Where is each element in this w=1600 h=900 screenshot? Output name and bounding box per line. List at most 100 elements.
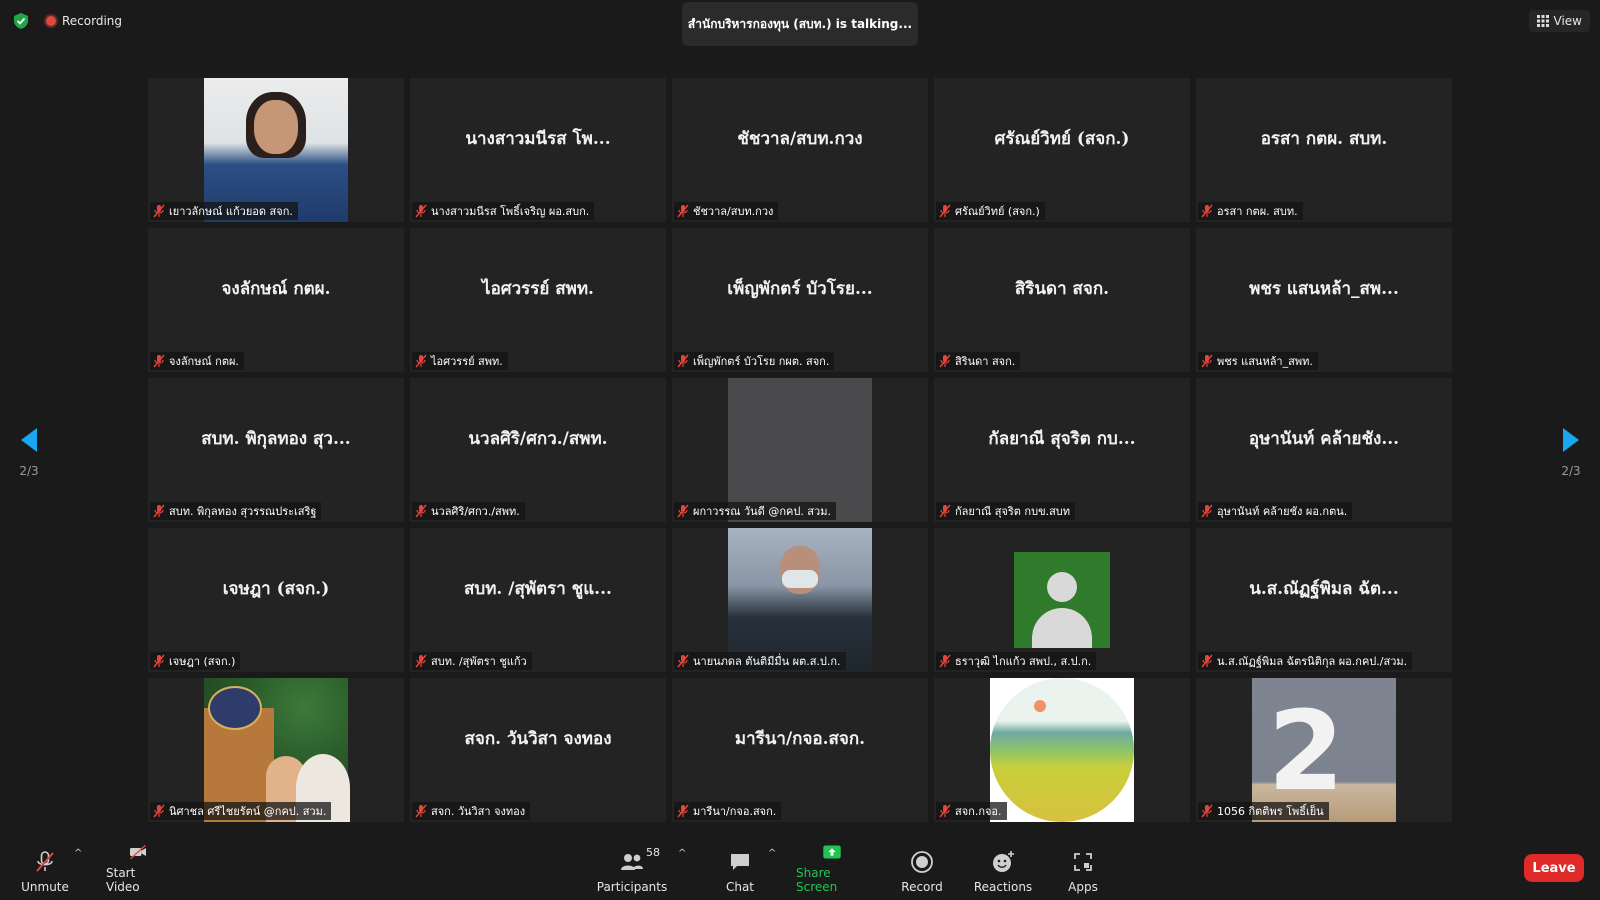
participant-tile[interactable]: นิศาชล ศรีไชยรัตน์ @กคป. สวม. [148,678,404,822]
participant-name: กัลยาณี สุจริต กบข.สบท [955,505,1071,518]
participant-display-name [934,678,1190,798]
participant-tile[interactable]: สบท. /สุพัตรา ชูแ... สบท. /สุพัตรา ชูแก้… [410,528,666,672]
muted-mic-icon [415,204,427,218]
participant-display-name [148,78,404,198]
video-off-icon [130,844,146,860]
participant-tile[interactable]: ไอศวรรย์ สพท. ไอศวรรย์ สพท. [410,228,666,372]
participant-name: นิศาชล ศรีไชยรัตน์ @กคป. สวม. [169,805,327,818]
muted-mic-icon [677,354,689,368]
participant-tile[interactable]: 2 1056 กิตติพร โพธิ์เย็น [1196,678,1452,822]
participant-name-label: นิศาชล ศรีไชยรัตน์ @กคป. สวม. [150,802,332,820]
chat-button[interactable]: Chat [722,844,758,894]
participant-tile[interactable]: ชัชวาล/สบท.กวง ชัชวาล/สบท.กวง [672,78,928,222]
participant-name: เยาวลักษณ์ แก้วยอด สจก. [169,205,293,218]
participant-tile[interactable]: ศรัณย์วิทย์ (สจก.) ศรัณย์วิทย์ (สจก.) [934,78,1190,222]
participants-label: Participants [596,880,668,894]
chat-options-caret[interactable]: ^ [768,848,776,859]
participant-name-label: 1056 กิตติพร โพธิ์เย็น [1198,802,1329,820]
participant-tile[interactable]: มารีนา/กจอ.สจก. มารีนา/กจอ.สจก. [672,678,928,822]
participant-tile[interactable]: นวลศิริ/ศกว./สพท. นวลศิริ/ศกว./สพท. [410,378,666,522]
participant-tile[interactable]: เพ็ญพักตร์ บัวโรย... เพ็ญพักตร์ บัวโรย ก… [672,228,928,372]
participant-display-name: ไอศวรรย์ สพท. [482,278,594,299]
participant-tile[interactable]: อรสา กตผ. สบท. อรสา กตผ. สบท. [1196,78,1452,222]
muted-mic-icon [153,504,165,518]
participant-display-name: อุษานันท์ คล้ายชัง... [1248,428,1400,449]
left-arrow-icon [21,428,37,452]
muted-mic-icon [1201,804,1213,818]
page-indicator-right: 2/3 [1561,464,1581,478]
shield-icon[interactable] [12,12,30,30]
participant-name: สจก. วันวิสา จงทอง [431,805,526,818]
participant-tile[interactable]: อุษานันท์ คล้ายชัง... อุษานันท์ คล้ายชัง… [1196,378,1452,522]
participant-tile[interactable]: น.ส.ณัฏฐ์พิมล ฉัต... น.ส.ณัฏฐ์พิมล ฉัตรน… [1196,528,1452,672]
apps-button[interactable]: Apps [1068,844,1098,894]
participant-tile[interactable]: เจษฎา (สจก.) เจษฎา (สจก.) [148,528,404,672]
muted-mic-icon [153,354,165,368]
participant-name-label: ธราวุฒิ ไกแก้ว สพป., ส.ป.ก. [936,652,1097,670]
recording-indicator[interactable]: Recording [46,12,122,30]
participant-tile[interactable]: จงลักษณ์ กตผ. จงลักษณ์ กตผ. [148,228,404,372]
participant-name-label: นางสาวมนีรส โพธิ์เจริญ ผอ.สบก. [412,202,595,220]
share-screen-icon [823,845,841,859]
participant-name: 1056 กิตติพร โพธิ์เย็น [1217,805,1324,818]
participant-name: ชัชวาล/สบท.กวง [693,205,774,218]
leave-button[interactable]: Leave [1524,854,1584,882]
view-button[interactable]: View [1528,10,1590,32]
reactions-label: Reactions [973,880,1033,894]
participant-tile[interactable]: กัลยาณี สุจริต กบ... กัลยาณี สุจริต กบข.… [934,378,1190,522]
participant-tile[interactable]: นายนภดล ตันติมีมื่น ผต.ส.ป.ก. [672,528,928,672]
participant-tile[interactable]: สิรินดา สจก. สิรินดา สจก. [934,228,1190,372]
muted-mic-icon [153,654,165,668]
participant-tile[interactable]: ผกาวรรณ วันดี @กคป. สวม. [672,378,928,522]
participant-name: สิรินดา สจก. [955,355,1016,368]
participant-display-name: อรสา กตผ. สบท. [1260,128,1388,149]
next-page-button[interactable]: 2/3 [1542,426,1600,494]
previous-page-button[interactable]: 2/3 [0,426,58,494]
share-screen-button[interactable]: Share Screen [796,844,868,894]
participant-tile[interactable]: สบท. พิกุลทอง สุว... สบท. พิกุลทอง สุวรร… [148,378,404,522]
view-grid-icon [1536,15,1549,27]
gallery-grid: เยาวลักษณ์ แก้วยอด สจก. นางสาวมนีรส โพ..… [148,78,1452,822]
apps-icon [1074,853,1092,871]
top-bar: Recording สำนักบริหารกองทุน (สบท.) is ta… [0,0,1600,46]
participant-display-name: ชัชวาล/สบท.กวง [737,128,863,149]
participant-display-name: เพ็ญพักตร์ บัวโรย... [727,278,873,299]
participant-name-label: ไอศวรรย์ สพท. [412,352,508,370]
participant-display-name [672,378,928,498]
participant-display-name [672,528,928,648]
reactions-button[interactable]: Reactions [973,844,1033,894]
participant-display-name: สจก. วันวิสา จงทอง [464,728,612,749]
participant-tile[interactable]: พชร แสนหล้า_สพ... พชร แสนหล้า_สพท. [1196,228,1452,372]
participant-tile[interactable]: ธราวุฒิ ไกแก้ว สพป., ส.ป.ก. [934,528,1190,672]
participant-name-label: สบท. พิกุลทอง สุวรรณประเสริฐ [150,502,322,520]
apps-label: Apps [1068,880,1098,894]
participant-display-name: กัลยาณี สุจริต กบ... [988,428,1136,449]
muted-mic-icon [677,204,689,218]
unmute-button[interactable]: Unmute [21,844,69,894]
participant-name-label: เจษฎา (สจก.) [150,652,241,670]
record-button[interactable]: Record [900,844,944,894]
muted-mic-icon [939,204,951,218]
participant-tile[interactable]: สจก.กจอ. [934,678,1190,822]
record-label: Record [901,880,943,894]
participant-tile[interactable]: นางสาวมนีรส โพ... นางสาวมนีรส โพธิ์เจริญ… [410,78,666,222]
participant-tile[interactable]: เยาวลักษณ์ แก้วยอด สจก. [148,78,404,222]
participant-name: ไอศวรรย์ สพท. [431,355,503,368]
page-indicator-left: 2/3 [19,464,39,478]
muted-mic-icon [1201,354,1213,368]
participant-name-label: อุษานันท์ คล้ายชัง ผอ.กตน. [1198,502,1353,520]
start-video-button[interactable]: Start Video [106,844,170,894]
audio-options-caret[interactable]: ^ [74,848,82,859]
participants-button[interactable]: 58 Participants [596,844,668,894]
participant-tile[interactable]: สจก. วันวิสา จงทอง สจก. วันวิสา จงทอง [410,678,666,822]
participant-name: เพ็ญพักตร์ บัวโรย กผต. สจก. [693,355,830,368]
participant-display-name [934,528,1190,648]
participant-display-name: จงลักษณ์ กตผ. [221,278,331,299]
participant-name-label: ชัชวาล/สบท.กวง [674,202,779,220]
muted-mic-icon [677,654,689,668]
chat-icon [731,854,749,870]
participants-options-caret[interactable]: ^ [678,848,686,859]
muted-mic-icon [939,804,951,818]
participant-name-label: นวลศิริ/ศกว./สพท. [412,502,525,520]
participant-name: ศรัณย์วิทย์ (สจก.) [955,205,1040,218]
